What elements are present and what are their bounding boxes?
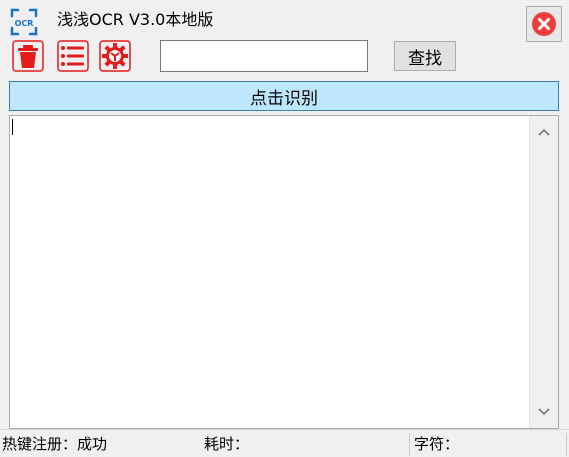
close-button[interactable]: [526, 6, 562, 42]
recognize-button[interactable]: 点击识别: [9, 81, 559, 111]
chevron-down-icon: [538, 408, 550, 415]
vertical-scrollbar[interactable]: [529, 116, 558, 428]
history-list-button[interactable]: [56, 39, 90, 73]
ocr-logo-icon: OCR: [10, 8, 38, 36]
gear-icon: [99, 40, 131, 72]
trash-icon: [12, 40, 44, 72]
close-icon: [532, 12, 556, 36]
app-title: 浅浅OCR V3.0本地版: [57, 10, 214, 29]
status-bar: 热键注册：成功 耗时： 字符：: [0, 429, 569, 457]
settings-button[interactable]: [98, 39, 132, 73]
chevron-up-icon: [538, 129, 550, 136]
search-input[interactable]: [160, 40, 368, 72]
text-caret: [12, 119, 13, 135]
elapsed-time-label: 耗时：: [204, 435, 250, 453]
result-text-area: [9, 115, 559, 429]
hotkey-status: 热键注册：成功: [2, 435, 108, 453]
status-divider: [409, 433, 410, 456]
result-textarea[interactable]: [10, 116, 529, 428]
clear-button[interactable]: [11, 39, 45, 73]
status-divider: [566, 433, 567, 456]
scroll-up-button[interactable]: [530, 117, 558, 147]
logo-text: OCR: [15, 19, 34, 28]
scroll-down-button[interactable]: [530, 397, 558, 427]
find-button[interactable]: 查找: [394, 41, 456, 71]
list-icon: [57, 40, 89, 72]
char-count-label: 字符：: [414, 435, 460, 453]
